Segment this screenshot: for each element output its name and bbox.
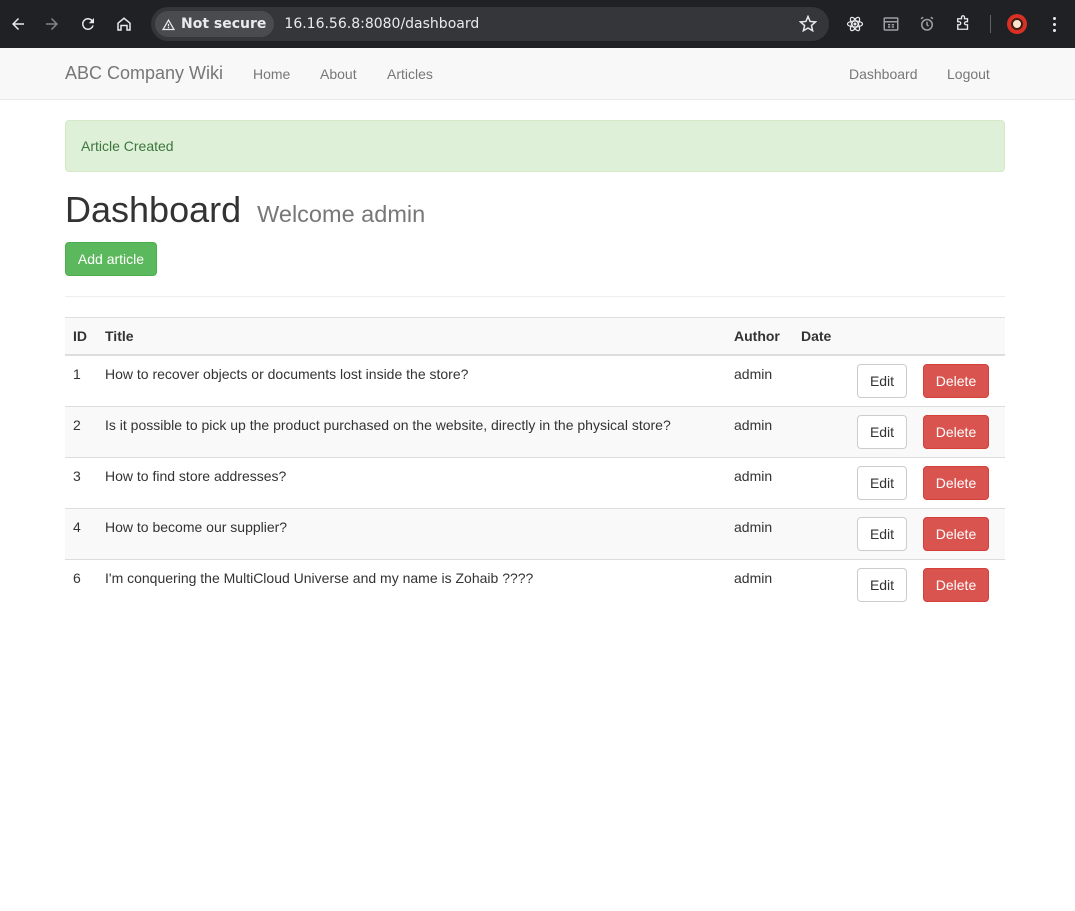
cell-date	[793, 405, 849, 457]
nav-link-articles[interactable]: Articles	[387, 66, 433, 82]
articles-table: ID Title Author Date 1 How to recover obj…	[65, 317, 1005, 610]
cell-delete: Delete	[915, 558, 1005, 610]
browser-toolbar: Not secure 16.16.56.8:8080/dashboard	[0, 0, 1075, 48]
cell-edit: Edit	[849, 558, 915, 610]
arrow-left-icon	[12, 18, 24, 30]
alarm-extension[interactable]	[916, 13, 938, 35]
home-icon	[117, 17, 131, 31]
cell-id: 6	[65, 558, 97, 610]
cell-id: 3	[65, 456, 97, 508]
reload-button[interactable]	[70, 6, 106, 42]
edit-button[interactable]: Edit	[857, 516, 907, 551]
toolbar-divider	[990, 15, 991, 33]
forward-button[interactable]	[34, 6, 70, 42]
cell-title: How to find store addresses?	[97, 456, 726, 508]
cell-title: Is it possible to pick up the product pu…	[97, 405, 726, 457]
alarm-clock-icon	[920, 16, 934, 31]
cell-title: How to become our supplier?	[97, 507, 726, 559]
cell-title: How to recover objects or documents lost…	[97, 354, 726, 406]
site-navbar: ABC Company Wiki Home About Articles Das…	[0, 48, 1075, 100]
react-devtools-extension[interactable]	[844, 13, 866, 35]
delete-button[interactable]: Delete	[923, 567, 989, 602]
cell-delete: Delete	[915, 456, 1005, 508]
security-chip[interactable]: Not secure	[155, 11, 275, 37]
header-delete	[915, 317, 1005, 356]
cell-id: 1	[65, 354, 97, 406]
header-edit	[849, 317, 915, 356]
puzzle-icon	[957, 15, 969, 30]
back-button[interactable]	[0, 6, 36, 42]
table-row: 1 How to recover objects or documents los…	[65, 354, 1005, 406]
add-article-button[interactable]: Add article	[65, 242, 157, 276]
success-alert: Article Created	[65, 120, 1005, 172]
avatar-face-icon	[1011, 18, 1023, 30]
cell-author: admin	[726, 456, 793, 508]
cell-author: admin	[726, 507, 793, 559]
table-row: 2 Is it possible to pick up the product p…	[65, 405, 1005, 457]
profile-avatar[interactable]	[1007, 14, 1027, 34]
delete-button[interactable]: Delete	[923, 465, 989, 500]
reload-icon	[81, 17, 94, 30]
nav-link-dashboard[interactable]: Dashboard	[849, 66, 918, 82]
url-text[interactable]: 16.16.56.8:8080/dashboard	[284, 16, 479, 32]
cell-title: I'm conquering the MultiCloud Universe a…	[97, 558, 726, 610]
page-title: Dashboard Welcome admin	[65, 189, 425, 231]
header-title: Title	[97, 317, 726, 356]
table-header-row: ID Title Author Date	[65, 317, 1005, 356]
edit-button[interactable]: Edit	[857, 465, 907, 500]
bookmark-star-icon[interactable]	[799, 15, 817, 33]
calendar-extension[interactable]	[880, 13, 902, 35]
cell-author: admin	[726, 354, 793, 406]
cell-edit: Edit	[849, 405, 915, 457]
header-author: Author	[726, 317, 793, 356]
cell-delete: Delete	[915, 507, 1005, 559]
page-title-text: Dashboard	[65, 189, 242, 230]
table-row: 3 How to find store addresses? admin Edit De…	[65, 456, 1005, 508]
delete-button[interactable]: Delete	[923, 414, 989, 449]
header-id: ID	[65, 317, 97, 356]
cell-date	[793, 354, 849, 406]
delete-button[interactable]: Delete	[923, 363, 989, 398]
cell-edit: Edit	[849, 507, 915, 559]
extensions-button[interactable]	[952, 13, 974, 35]
navbar-brand[interactable]: ABC Company Wiki	[65, 63, 223, 84]
divider	[65, 296, 1005, 297]
arrow-right-icon	[46, 18, 58, 30]
cell-author: admin	[726, 405, 793, 457]
nav-link-about[interactable]: About	[320, 66, 357, 82]
nav-link-logout[interactable]: Logout	[947, 66, 990, 82]
cell-author: admin	[726, 558, 793, 610]
calendar-icon	[883, 17, 899, 31]
page-subtitle: Welcome admin	[257, 201, 426, 227]
cell-delete: Delete	[915, 405, 1005, 457]
edit-button[interactable]: Edit	[857, 363, 907, 398]
security-label: Not secure	[181, 16, 267, 32]
address-bar[interactable]: Not secure 16.16.56.8:8080/dashboard	[151, 7, 829, 41]
edit-button[interactable]: Edit	[857, 414, 907, 449]
edit-button[interactable]: Edit	[857, 567, 907, 602]
header-date: Date	[793, 317, 849, 356]
cell-date	[793, 558, 849, 610]
table-row: 6 I'm conquering the MultiCloud Universe …	[65, 558, 1005, 610]
cell-delete: Delete	[915, 354, 1005, 406]
delete-button[interactable]: Delete	[923, 516, 989, 551]
cell-date	[793, 507, 849, 559]
cell-edit: Edit	[849, 456, 915, 508]
warning-icon	[161, 18, 176, 30]
browser-menu-button[interactable]	[1044, 14, 1064, 34]
alert-message: Article Created	[81, 138, 174, 154]
dot-icon	[1052, 16, 1056, 20]
cell-edit: Edit	[849, 354, 915, 406]
atom-icon	[846, 16, 864, 32]
cell-date	[793, 456, 849, 508]
cell-id: 2	[65, 405, 97, 457]
table-row: 4 How to become our supplier? admin Edit Del…	[65, 507, 1005, 559]
dot-icon	[1052, 28, 1056, 32]
cell-id: 4	[65, 507, 97, 559]
nav-link-home[interactable]: Home	[253, 66, 290, 82]
home-button[interactable]	[106, 6, 142, 42]
dot-icon	[1052, 22, 1056, 26]
